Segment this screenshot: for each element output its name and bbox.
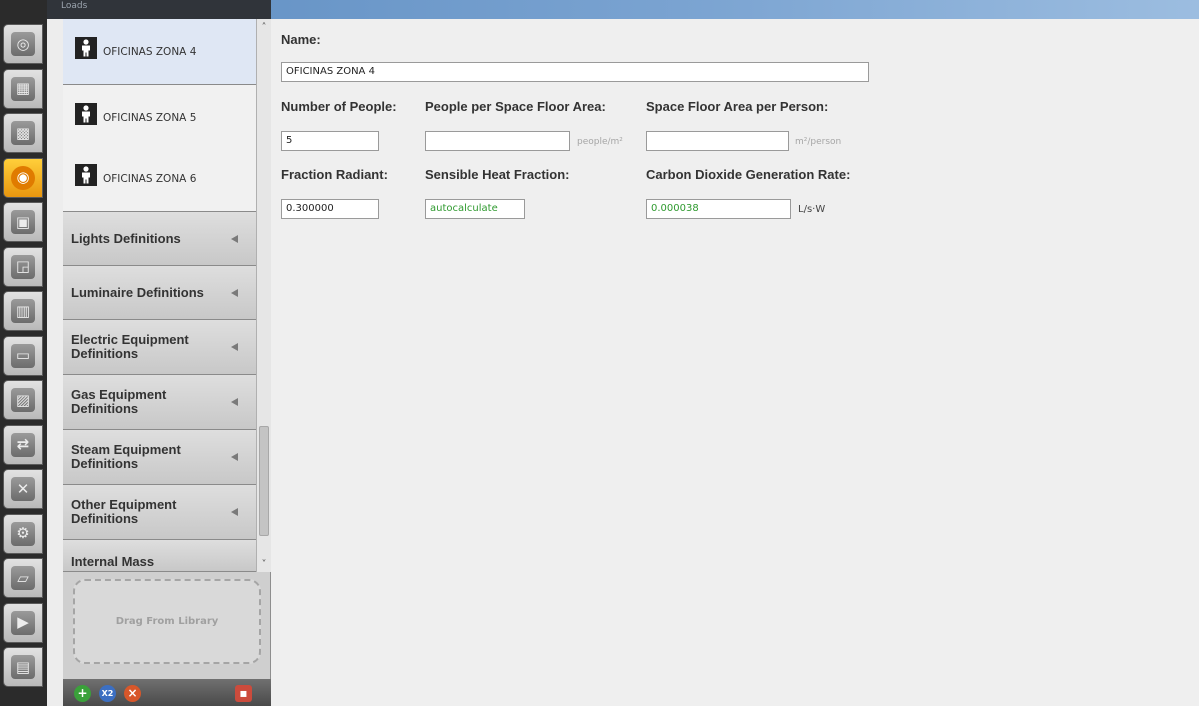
number-of-people-label: Number of People: [281, 99, 397, 114]
category-label: Luminaire Definitions [71, 284, 204, 300]
thermal-zones-icon: ▨ [11, 388, 35, 412]
title-bar-shade: Loads [47, 0, 271, 19]
category-label: Other Equipment Definitions [71, 497, 177, 526]
drop-zone-label: Drag From Library [115, 616, 219, 627]
vertical-tab-space-types[interactable]: ▣ [3, 202, 43, 242]
vertical-tab-simulation-settings[interactable]: ⚙ [3, 513, 43, 554]
list-item-label: OFICINAS ZONA 5 [103, 111, 197, 124]
category-luminaire-definitions[interactable]: Luminaire Definitions [63, 266, 256, 320]
fraction-radiant-label: Fraction Radiant: [281, 167, 388, 182]
hvac-systems-icon: ⇄ [11, 432, 35, 457]
people-per-area-field[interactable] [425, 131, 570, 151]
vertical-tab-hvac-systems[interactable]: ⇄ [3, 424, 43, 465]
expand-arrow-icon [231, 453, 238, 461]
expand-arrow-icon [231, 234, 238, 243]
sidebar-scrollbar[interactable]: ˄ ˅ [256, 19, 271, 572]
expand-arrow-icon [231, 398, 238, 406]
category-label: Internal Mass [71, 554, 155, 569]
list-item-label: OFICINAS ZONA 6 [103, 172, 197, 185]
variables-icon: ✕ [11, 477, 35, 501]
vertical-tab-facility[interactable]: ▥ [3, 291, 43, 331]
simulation-settings-icon: ⚙ [11, 521, 35, 546]
co2-generation-rate-field[interactable]: 0.000038 [646, 199, 791, 219]
category-label: Steam Equipment Definitions [71, 442, 181, 471]
site-icon: ◎ [11, 32, 35, 56]
title-bar: Loads [47, 0, 1199, 19]
add-button[interactable]: + [74, 685, 91, 702]
area-per-person-field[interactable] [646, 131, 789, 151]
category-label: Gas Equipment Definitions [71, 387, 167, 416]
vertical-tab-schedules[interactable]: ▦ [3, 68, 43, 109]
sidebar: OFICINAS ZONA 4 OFICINAS ZONA 5 OFICINAS… [63, 19, 271, 706]
space-types-icon: ▣ [11, 210, 35, 234]
area-per-person-label: Space Floor Area per Person: [646, 99, 829, 114]
vertical-tab-constructions[interactable]: ▩ [3, 113, 43, 153]
vertical-tab-spaces[interactable]: ▭ [3, 335, 43, 376]
vertical-tab-thermal-zones[interactable]: ▨ [3, 380, 43, 420]
category-label: Electric Equipment Definitions [71, 332, 189, 361]
inspector-panel: Name: OFICINAS ZONA 4 Number of People: … [271, 19, 1199, 706]
expand-arrow-icon [231, 343, 238, 351]
area-per-person-unit: m²/person [795, 137, 842, 147]
facility-icon: ▥ [11, 299, 35, 323]
window-title: Loads [61, 1, 88, 11]
co2-generation-rate-label: Carbon Dioxide Generation Rate: [646, 167, 851, 182]
vertical-tab-run-simulation[interactable]: ▶ [3, 602, 43, 643]
list-item-oficinas-zona-4[interactable]: OFICINAS ZONA 4 [63, 19, 256, 85]
vertical-tab-variables[interactable]: ✕ [3, 469, 43, 509]
people-per-area-label: People per Space Floor Area: [425, 99, 606, 114]
geometry-icon: ◲ [11, 254, 35, 279]
sensible-heat-fraction-field[interactable]: autocalculate [425, 199, 525, 219]
vertical-tab-measures[interactable]: ▱ [3, 558, 43, 598]
sensible-heat-fraction-label: Sensible Heat Fraction: [425, 167, 570, 182]
vertical-tab-strip: ◎ ▦ ▩ ◉ ▣ ◲ ▥ ▭ ▨ ⇄ ✕ ⚙ ▱ ▶ ▤ [0, 0, 47, 706]
remove-button[interactable]: × [124, 685, 141, 702]
vertical-tab-results[interactable]: ▤ [3, 647, 43, 687]
category-label: Lights Definitions [71, 230, 181, 246]
spaces-icon: ▭ [11, 343, 35, 368]
scroll-up-icon[interactable]: ˄ [257, 21, 271, 35]
purge-button[interactable]: ▪ [235, 685, 252, 702]
category-other-equipment-definitions[interactable]: Other Equipment Definitions [63, 485, 256, 540]
drag-from-library-zone[interactable]: Drag From Library [73, 579, 261, 664]
category-internal-mass[interactable]: Internal Mass [63, 540, 256, 572]
fraction-radiant-field[interactable]: 0.300000 [281, 199, 379, 219]
vertical-tab-site[interactable]: ◎ [3, 24, 43, 64]
person-icon [75, 36, 97, 59]
constructions-icon: ▩ [11, 121, 35, 145]
person-icon [75, 102, 97, 125]
schedules-icon: ▦ [11, 76, 35, 101]
list-item-label: OFICINAS ZONA 4 [103, 45, 197, 58]
vertical-tab-geometry[interactable]: ◲ [3, 246, 43, 287]
run-simulation-icon: ▶ [11, 610, 35, 635]
person-icon [75, 163, 97, 186]
co2-generation-rate-unit: L/s·W [798, 204, 826, 215]
expand-arrow-icon [231, 288, 238, 297]
sidebar-toolbar: + X2 × ▪ [63, 679, 271, 706]
scroll-down-icon[interactable]: ˅ [257, 558, 271, 572]
name-label: Name: [281, 32, 321, 47]
scroll-thumb[interactable] [259, 426, 269, 536]
category-gas-equipment-definitions[interactable]: Gas Equipment Definitions [63, 375, 256, 430]
vertical-tab-loads[interactable]: ◉ [3, 157, 43, 198]
name-field[interactable]: OFICINAS ZONA 4 [281, 62, 869, 82]
measures-icon: ▱ [11, 566, 35, 590]
copy-button[interactable]: X2 [99, 685, 116, 702]
category-lights-definitions[interactable]: Lights Definitions [63, 212, 256, 266]
category-steam-equipment-definitions[interactable]: Steam Equipment Definitions [63, 430, 256, 485]
list-item-oficinas-zona-5[interactable]: OFICINAS ZONA 5 [63, 85, 256, 151]
category-electric-equipment-definitions[interactable]: Electric Equipment Definitions [63, 320, 256, 375]
list-item-oficinas-zona-6[interactable]: OFICINAS ZONA 6 [63, 146, 256, 212]
results-icon: ▤ [11, 655, 35, 679]
number-of-people-field[interactable]: 5 [281, 131, 379, 151]
expand-arrow-icon [231, 508, 238, 516]
people-per-area-unit: people/m² [577, 137, 623, 147]
loads-icon: ◉ [11, 165, 35, 190]
